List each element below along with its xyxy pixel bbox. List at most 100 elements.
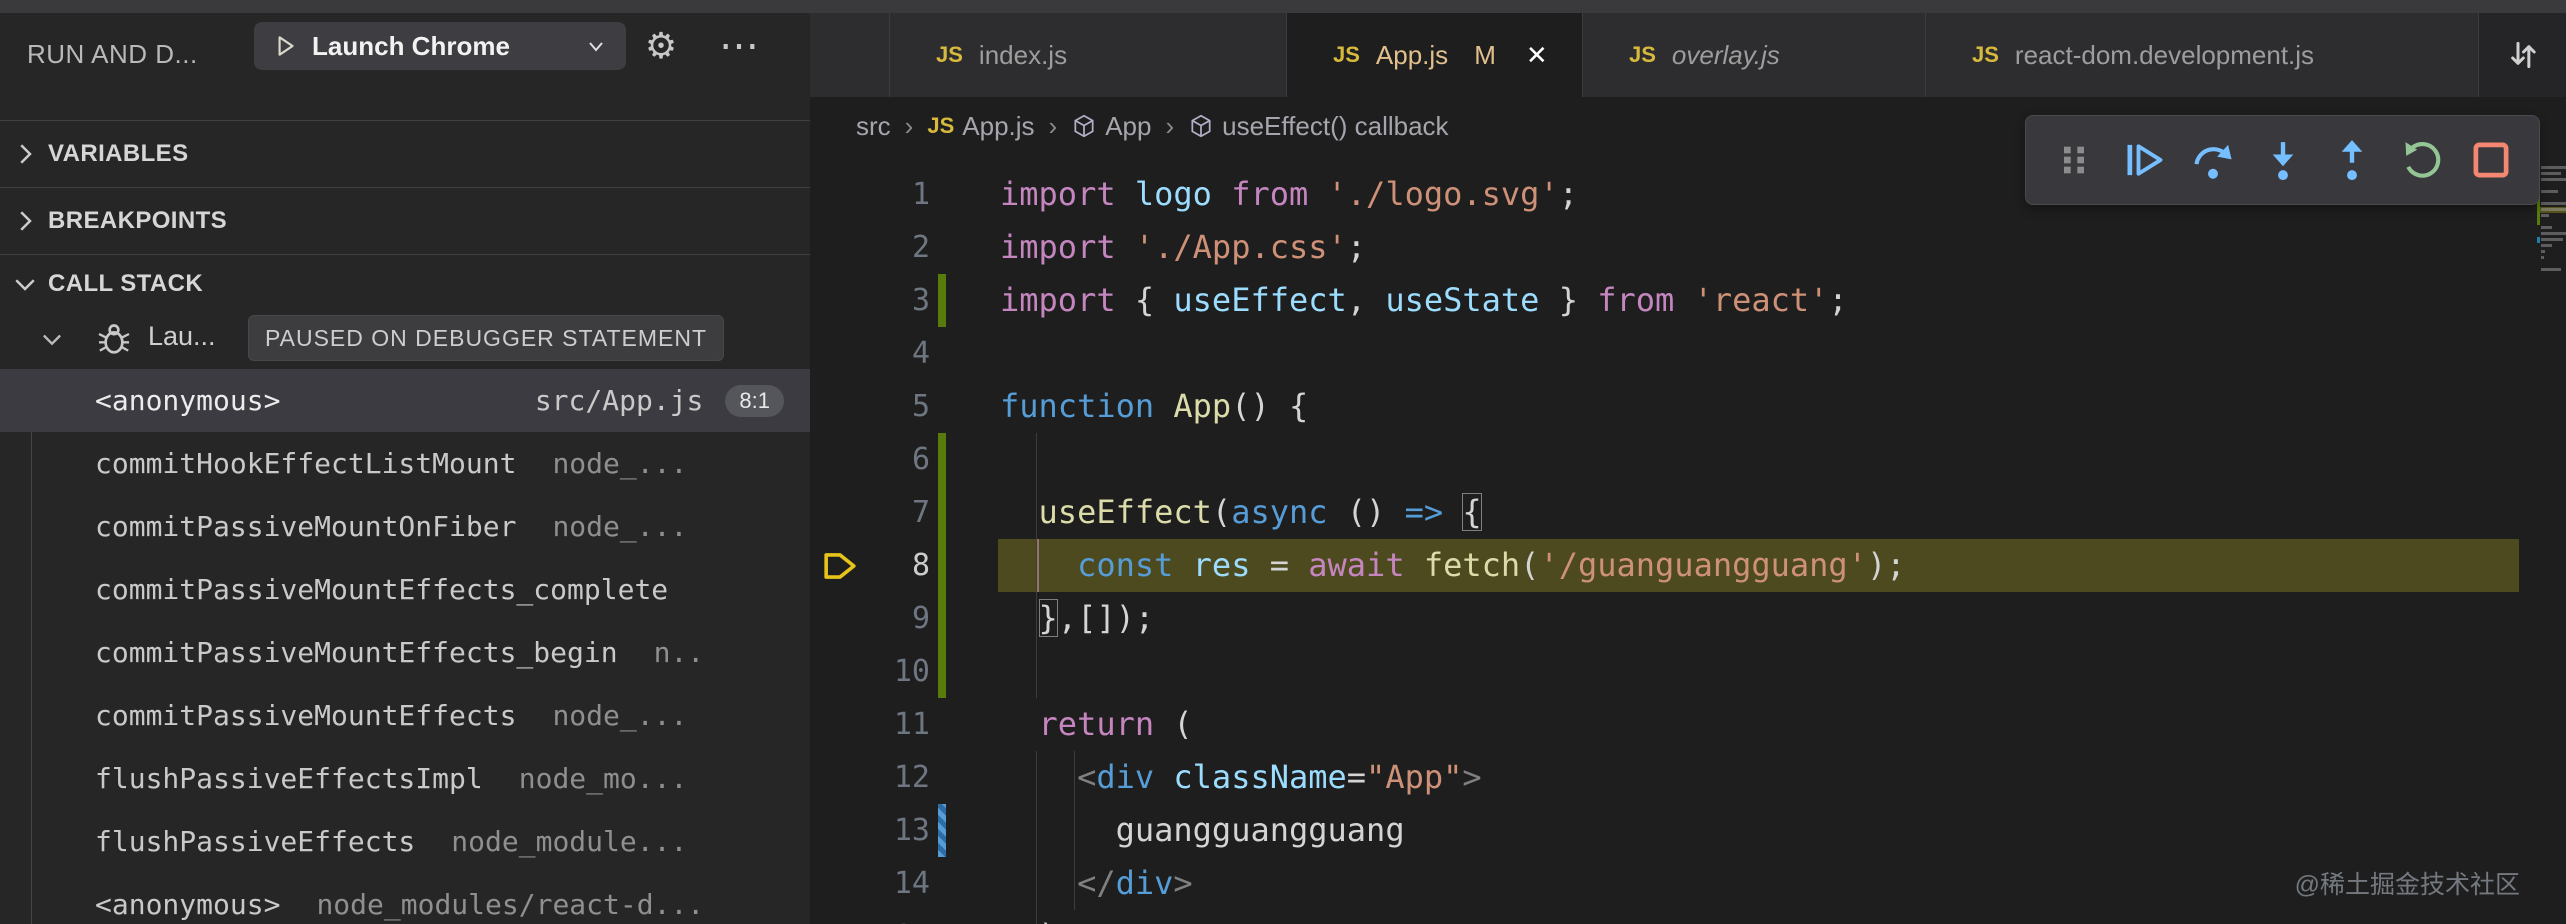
line-number[interactable]: 3 [850,274,930,327]
code-token: ( [1520,546,1540,584]
gutter-change-added [938,592,946,645]
tab-index.js[interactable]: JS index.js [890,13,1287,97]
breadcrumb-label: App.js [962,110,1035,141]
section-label: BREAKPOINTS [48,207,228,234]
code-line[interactable]: import { useEffect, useState } from 'rea… [1000,274,1848,327]
code-token: return [1038,705,1155,743]
code-token: < [1077,758,1097,796]
chevron-down-icon[interactable] [584,34,608,58]
breadcrumb-item[interactable]: App [1071,111,1151,142]
minimap[interactable] [2537,165,2566,325]
call-stack-frame[interactable]: flushPassiveEffectsImpl node_mo... [0,747,810,810]
stop-button[interactable] [2465,134,2517,186]
line-number[interactable]: 12 [850,751,930,804]
more-actions-icon[interactable]: ⋯ [716,23,762,69]
breadcrumb-item[interactable]: src [856,111,891,142]
code-line[interactable]: </div> [1000,857,1193,910]
call-stack-frame[interactable]: commitPassiveMountEffects node_... [0,684,810,747]
session-name: Lau... [148,321,216,351]
call-stack-frame[interactable]: commitPassiveMountOnFiber node_... [0,495,810,558]
vscode-window: RUN AND D... Launch Chrome ⚙ ⋯ VARIABLES [0,0,2566,924]
code-token: './logo.svg' [1327,175,1559,213]
frame-name: commitPassiveMountEffects [95,699,517,732]
code-line[interactable]: <div className="App"> [1000,751,1482,804]
section-variables[interactable]: VARIABLES [0,120,810,187]
tab-label: App.js [1375,39,1449,70]
tab-App.js[interactable]: JS App.js M ✕ [1287,13,1583,97]
minimap-line [2537,267,2566,273]
code-token: } [1539,281,1598,319]
call-stack-frame[interactable]: commitPassiveMountEffects_complete [0,558,810,621]
line-number[interactable]: 8 [850,539,930,592]
gutter-change-added [938,645,946,698]
code-token: div [1115,864,1174,902]
code-token: const [1077,546,1174,584]
line-number[interactable]: 13 [850,804,930,857]
play-icon [278,36,294,56]
toolbar-drag-handle[interactable] [2048,134,2100,186]
launch-config-button[interactable]: Launch Chrome [254,22,626,70]
line-number[interactable]: 15 [850,910,930,924]
tab-label: overlay.js [1671,39,1780,70]
editor-tab-bar: JS index.js JS App.js M ✕ JS overlay.js JS react-… [810,13,2566,97]
code-token: ; [1558,175,1578,213]
tab-overlay.js[interactable]: JS overlay.js [1583,13,1926,97]
frame-name: <anonymous> [95,888,281,921]
step-into-button[interactable] [2257,134,2309,186]
gutter-change-added [938,274,946,327]
code-token: guangguangguang [1115,811,1405,849]
run-and-debug-sidebar: RUN AND D... Launch Chrome ⚙ ⋯ VARIABLES [0,13,810,924]
tab-bar-spacer [810,13,890,97]
line-number[interactable]: 5 [850,380,930,433]
tab-react-dom.development.js[interactable]: JS react-dom.development.js [1926,13,2479,97]
code-token: div [1096,758,1155,796]
frame-name: commitHookEffectListMount [95,447,517,480]
code-line[interactable]: },[]); [1000,592,1154,645]
code-line[interactable]: function App() { [1000,380,1308,433]
line-number[interactable]: 1 [850,168,930,221]
call-stack-frame[interactable]: commitHookEffectListMount node_... [0,432,810,495]
line-number[interactable]: 7 [850,486,930,539]
breadcrumb-item[interactable]: useEffect() callback [1188,111,1449,142]
section-breakpoints[interactable]: BREAKPOINTS [0,187,810,254]
line-number[interactable]: 9 [850,592,930,645]
js-file-icon: JS [936,42,963,67]
frame-path: n.. [653,636,705,669]
code-line[interactable]: import './App.css'; [1000,221,1366,274]
code-token: App [1173,387,1232,425]
code-token: import [1000,281,1116,319]
code-token: res [1192,546,1251,584]
call-stack-frame[interactable]: <anonymous> src/App.js 8:1 [0,369,810,432]
code-line[interactable]: ); [1000,910,1078,924]
call-stack-frame[interactable]: flushPassiveEffects node_module... [0,810,810,873]
code-line[interactable]: import logo from './logo.svg'; [1000,168,1578,221]
code-line[interactable]: useEffect(async () => { [1000,486,1482,539]
line-number[interactable]: 6 [850,433,930,486]
close-icon[interactable]: ✕ [1526,40,1548,71]
breadcrumb-item[interactable]: JS App.js [927,111,1034,142]
frame-path: node_... [552,447,688,480]
line-number[interactable]: 10 [850,645,930,698]
line-number[interactable]: 4 [850,327,930,380]
section-call-stack[interactable]: CALL STACK [0,254,810,313]
restart-button[interactable] [2396,134,2448,186]
step-over-button[interactable] [2187,134,2239,186]
debug-toolbar [2025,115,2540,205]
call-stack-frame[interactable]: <anonymous> node_modules/react-d... [0,873,810,924]
code-line[interactable]: const res = await fetch('/guanguangguang… [1000,539,1905,592]
code-line[interactable]: guangguangguang [1000,804,1405,857]
code-token: { [1115,281,1174,319]
arrow-swap-icon[interactable] [2503,35,2543,75]
step-out-button[interactable] [2326,134,2378,186]
line-number[interactable]: 11 [850,698,930,751]
line-number[interactable]: 2 [850,221,930,274]
debug-session-row[interactable]: Lau... PAUSED ON DEBUGGER STATEMENT [0,313,810,365]
code-token: ); [1866,546,1906,584]
code-line[interactable]: return ( [1000,698,1193,751]
continue-button[interactable] [2118,134,2170,186]
call-stack-frame[interactable]: commitPassiveMountEffects_begin n.. [0,621,810,684]
line-number[interactable]: 14 [850,857,930,910]
gear-icon[interactable]: ⚙ [638,23,684,69]
